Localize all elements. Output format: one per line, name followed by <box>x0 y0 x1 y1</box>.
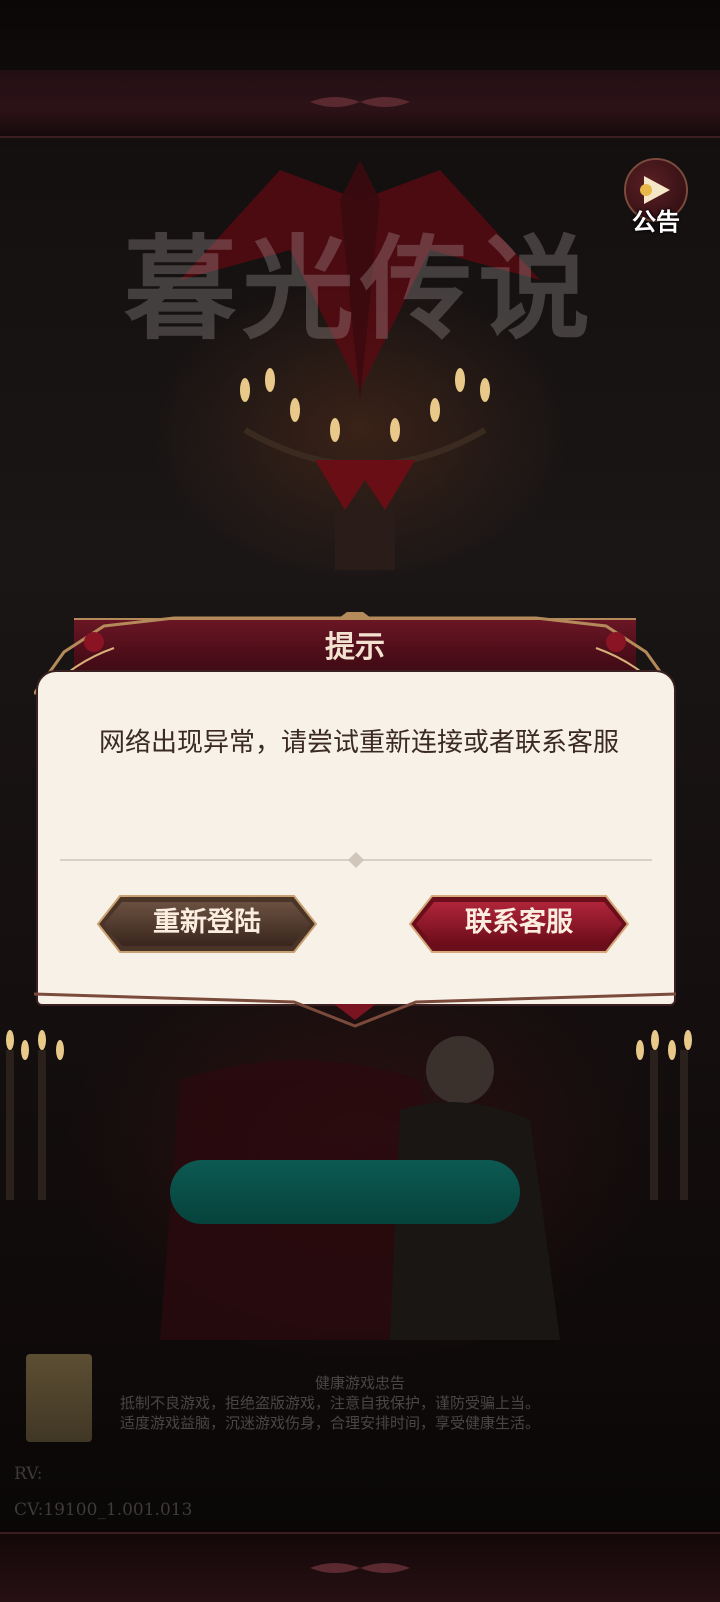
candles-right-decoration <box>636 1030 692 1200</box>
top-decorative-band <box>0 70 720 138</box>
relogin-button[interactable]: 重新登陆 <box>94 894 320 954</box>
health-advice-title: 健康游戏忠告 <box>314 1374 405 1392</box>
ornament-icon <box>310 1563 410 1573</box>
health-advice-line: 抵制不良游戏，拒绝盗版游戏，注意自我保护，谨防受骗上当。 <box>120 1394 541 1412</box>
start-game-button[interactable] <box>170 1160 520 1224</box>
announcement-label: 公告 <box>632 208 680 236</box>
relogin-button-label: 重新登陆 <box>153 907 261 938</box>
age-rating-badge <box>26 1354 92 1442</box>
resource-version: RV: <box>14 1464 43 1484</box>
dialog-divider <box>60 852 652 868</box>
chandelier-decoration <box>240 368 490 570</box>
network-error-dialog: 提示 网络出现异常，请尝试重新连接或者联系客服 重新登陆 联系客服 <box>34 612 676 1030</box>
announcement-button[interactable]: 公告 <box>622 156 690 236</box>
contact-support-button[interactable]: 联系客服 <box>406 894 632 954</box>
game-logo: 暮光传说 <box>124 224 596 355</box>
dialog-title: 提示 <box>325 630 385 665</box>
dialog-body: 网络出现异常，请尝试重新连接或者联系客服 重新登陆 联系客服 <box>36 670 676 1006</box>
ornament-icon <box>310 97 410 107</box>
bottom-decorative-band <box>0 1532 720 1602</box>
client-version: CV:19100_1.001.013 <box>14 1500 193 1520</box>
health-advice-line: 适度游戏益脑，沉迷游戏伤身，合理安排时间，享受健康生活。 <box>120 1414 541 1432</box>
contact-support-button-label: 联系客服 <box>465 907 573 938</box>
dialog-message: 网络出现异常，请尝试重新连接或者联系客服 <box>98 728 619 758</box>
candles-left-decoration <box>6 1030 64 1200</box>
